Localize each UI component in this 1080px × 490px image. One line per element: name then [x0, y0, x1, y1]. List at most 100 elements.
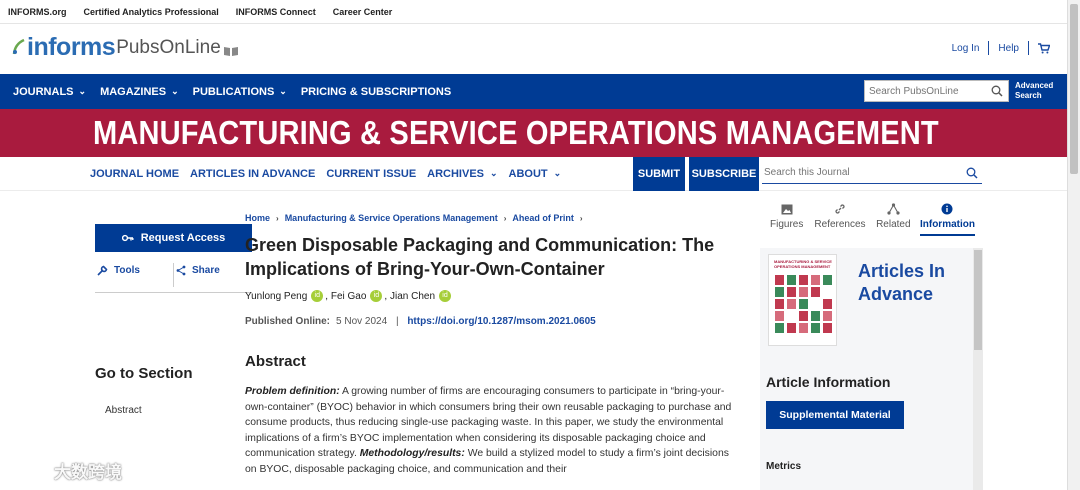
publication-info: Published Online: 5 Nov 2024 | https://d…: [245, 316, 596, 327]
search-icon[interactable]: [991, 85, 1003, 97]
tab-information-label: Information: [919, 219, 975, 230]
current-issue-link[interactable]: CURRENT ISSUE: [326, 168, 416, 180]
wrench-icon: [97, 265, 108, 276]
information-panel: MANUFACTURING & SERVICE OPERATIONS MANAG…: [760, 248, 983, 490]
article-information-heading: Article Information: [766, 374, 891, 390]
journal-banner: MANUFACTURING & SERVICE OPERATIONS MANAG…: [0, 109, 1080, 157]
orcid-icon[interactable]: id: [311, 290, 324, 302]
about-menu[interactable]: ABOUT ⌄: [509, 168, 562, 180]
author-name[interactable]: Fei Gao: [331, 291, 367, 302]
nav-pricing-label: PRICING & SUBSCRIPTIONS: [300, 85, 452, 98]
tab-information[interactable]: Information: [919, 201, 975, 236]
orcid-icon[interactable]: id: [439, 290, 452, 302]
breadcrumb-separator-icon: ›: [503, 213, 507, 223]
chevron-down-icon: ⌄: [490, 168, 498, 178]
brand-row: informs PubsOnLine Log In Help: [0, 24, 1080, 74]
breadcrumb-separator-icon: ›: [579, 213, 583, 223]
image-icon: [781, 204, 793, 214]
archives-menu[interactable]: ARCHIVES ⌄: [427, 168, 497, 180]
tools-share-bar: Tools Share: [95, 263, 252, 293]
nav-publications[interactable]: PUBLICATIONS ⌄: [193, 86, 287, 98]
nav-pricing[interactable]: PRICING & SUBSCRIPTIONS: [301, 86, 451, 98]
breadcrumb-home[interactable]: Home: [245, 213, 270, 223]
submit-button[interactable]: SUBMIT: [633, 157, 685, 191]
archives-label: ARCHIVES: [427, 167, 484, 180]
journal-search: [762, 162, 982, 184]
main-content: Request Access Tools Share Go to Section…: [0, 191, 1080, 490]
cover-title: MANUFACTURING & SERVICE OPERATIONS MANAG…: [774, 259, 832, 269]
link-informs-connect[interactable]: INFORMS Connect: [236, 7, 316, 17]
watermark-logo-icon: [11, 463, 45, 477]
scrollbar-thumb[interactable]: [1070, 4, 1078, 174]
tab-references[interactable]: References: [813, 201, 866, 236]
link-cap[interactable]: Certified Analytics Professional: [84, 7, 219, 17]
link-career-center[interactable]: Career Center: [333, 7, 393, 17]
articles-in-advance-link[interactable]: Articles In Advance: [858, 260, 968, 306]
share-button[interactable]: Share: [174, 263, 252, 292]
login-link[interactable]: Log In: [952, 43, 980, 54]
breadcrumb-separator-icon: ›: [276, 213, 279, 223]
abstract-label: Problem definition:: [245, 386, 340, 397]
journal-cover-image[interactable]: MANUFACTURING & SERVICE OPERATIONS MANAG…: [768, 254, 837, 346]
orcid-icon[interactable]: id: [370, 290, 383, 302]
page-scrollbar[interactable]: [1067, 0, 1080, 490]
chevron-down-icon: ⌄: [171, 86, 179, 96]
sidebar-scrollbar[interactable]: [973, 248, 983, 490]
cover-pattern-icon: [775, 275, 832, 333]
scrollbar-thumb[interactable]: [974, 250, 982, 350]
watermark-text: 大数跨境: [54, 463, 122, 482]
tab-related-label: Related: [876, 219, 911, 230]
journal-home-label: JOURNAL HOME: [90, 167, 180, 180]
cart-icon[interactable]: [1038, 42, 1050, 54]
tab-figures-label: Figures: [769, 219, 804, 230]
divider: [1028, 41, 1029, 55]
nav-magazines-label: MAGAZINES: [100, 85, 167, 98]
request-access-label: Request Access: [140, 232, 226, 244]
request-access-button[interactable]: Request Access: [95, 224, 252, 252]
author-name[interactable]: Jian Chen: [390, 291, 435, 302]
share-icon: [176, 265, 186, 276]
nav-magazines[interactable]: MAGAZINES ⌄: [100, 86, 179, 98]
pubsonline-logo[interactable]: informs PubsOnLine: [12, 34, 239, 60]
abstract-label: Methodology/results:: [359, 448, 465, 460]
global-search-input[interactable]: [865, 85, 991, 97]
author-name[interactable]: Yunlong Peng: [245, 291, 307, 302]
logo-brand: informs: [27, 33, 116, 61]
tab-related[interactable]: Related: [867, 201, 920, 236]
nav-journals-label: JOURNALS: [13, 85, 74, 98]
info-icon: [941, 203, 953, 215]
tab-figures[interactable]: Figures: [760, 201, 813, 236]
goto-abstract-link[interactable]: Abstract: [105, 405, 142, 416]
informs-swoosh-icon: [12, 38, 25, 55]
tools-label: Tools: [114, 265, 140, 276]
articles-in-advance-label: ARTICLES IN ADVANCE: [190, 167, 316, 180]
advanced-search-link[interactable]: Advanced Search: [1015, 81, 1063, 101]
articles-in-advance-link[interactable]: ARTICLES IN ADVANCE: [190, 168, 315, 180]
journal-search-input[interactable]: [762, 167, 966, 178]
article-title: Green Disposable Packaging and Communica…: [245, 235, 715, 279]
abstract-heading: Abstract: [245, 353, 306, 370]
abstract-text: Problem definition: A growing number of …: [245, 384, 740, 478]
breadcrumb-journal[interactable]: Manufacturing & Service Operations Manag…: [285, 213, 498, 223]
breadcrumb-ahead-of-print[interactable]: Ahead of Print: [512, 213, 574, 223]
share-label: Share: [192, 265, 220, 276]
supplemental-material-button[interactable]: Supplemental Material: [766, 401, 904, 429]
tab-references-label: References: [814, 219, 866, 230]
divider: |: [393, 316, 402, 327]
sidebar-tabs: Figures References Related Information: [760, 201, 975, 236]
tools-button[interactable]: Tools: [95, 263, 173, 292]
doi-link[interactable]: https://doi.org/10.1287/msom.2021.0605: [407, 316, 595, 327]
journal-home-link[interactable]: JOURNAL HOME: [90, 168, 179, 180]
metrics-heading: Metrics: [766, 461, 802, 472]
nav-journals[interactable]: JOURNALS ⌄: [13, 86, 86, 98]
search-icon[interactable]: [966, 167, 978, 179]
chevron-down-icon: ⌄: [553, 168, 562, 178]
help-link[interactable]: Help: [998, 43, 1019, 54]
link-informs-org[interactable]: INFORMS.org: [8, 7, 67, 17]
subscribe-button[interactable]: SUBSCRIBE: [689, 157, 759, 191]
utility-bar: INFORMS.org Certified Analytics Professi…: [0, 0, 1080, 24]
published-label: Published Online:: [245, 316, 331, 327]
chevron-down-icon: ⌄: [78, 86, 87, 96]
journal-title[interactable]: MANUFACTURING & SERVICE OPERATIONS MANAG…: [93, 114, 939, 152]
author-list: Yunlong Peng id, Fei Gao id, Jian Chen id: [245, 290, 453, 302]
